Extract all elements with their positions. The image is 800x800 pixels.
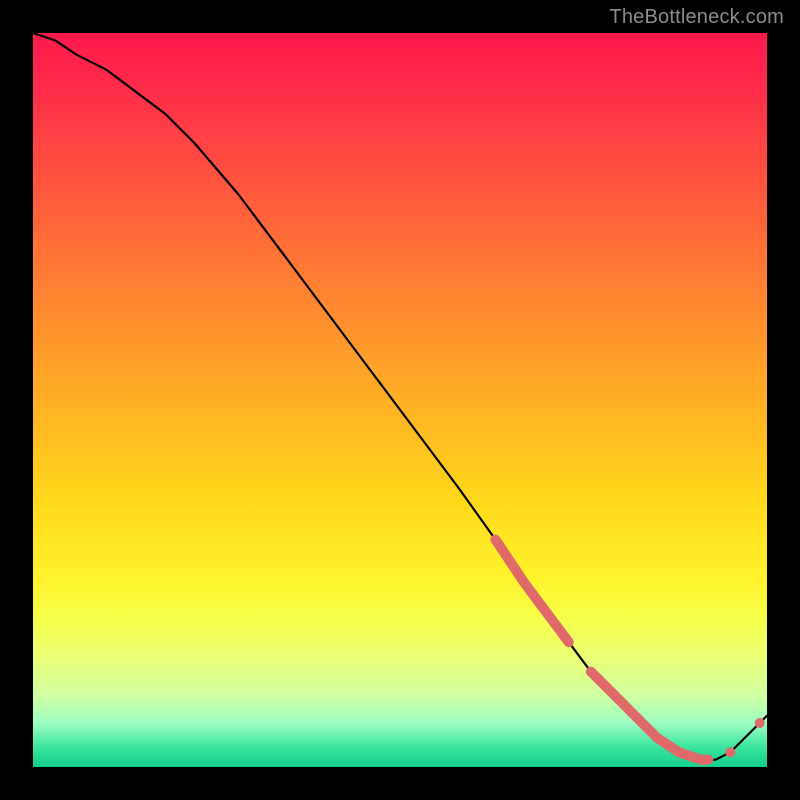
highlight-segment-1 [591, 672, 709, 760]
plot-svg [33, 33, 767, 767]
plot-area [33, 33, 767, 767]
bottleneck-curve-group [33, 33, 767, 760]
highlight-dot-0 [725, 747, 735, 757]
highlight-dot-1 [755, 718, 765, 728]
bottleneck-curve-path [33, 33, 767, 760]
watermark-text: TheBottleneck.com [609, 6, 784, 29]
highlight-segment-0 [495, 540, 568, 643]
chart-stage: TheBottleneck.com [0, 0, 800, 800]
